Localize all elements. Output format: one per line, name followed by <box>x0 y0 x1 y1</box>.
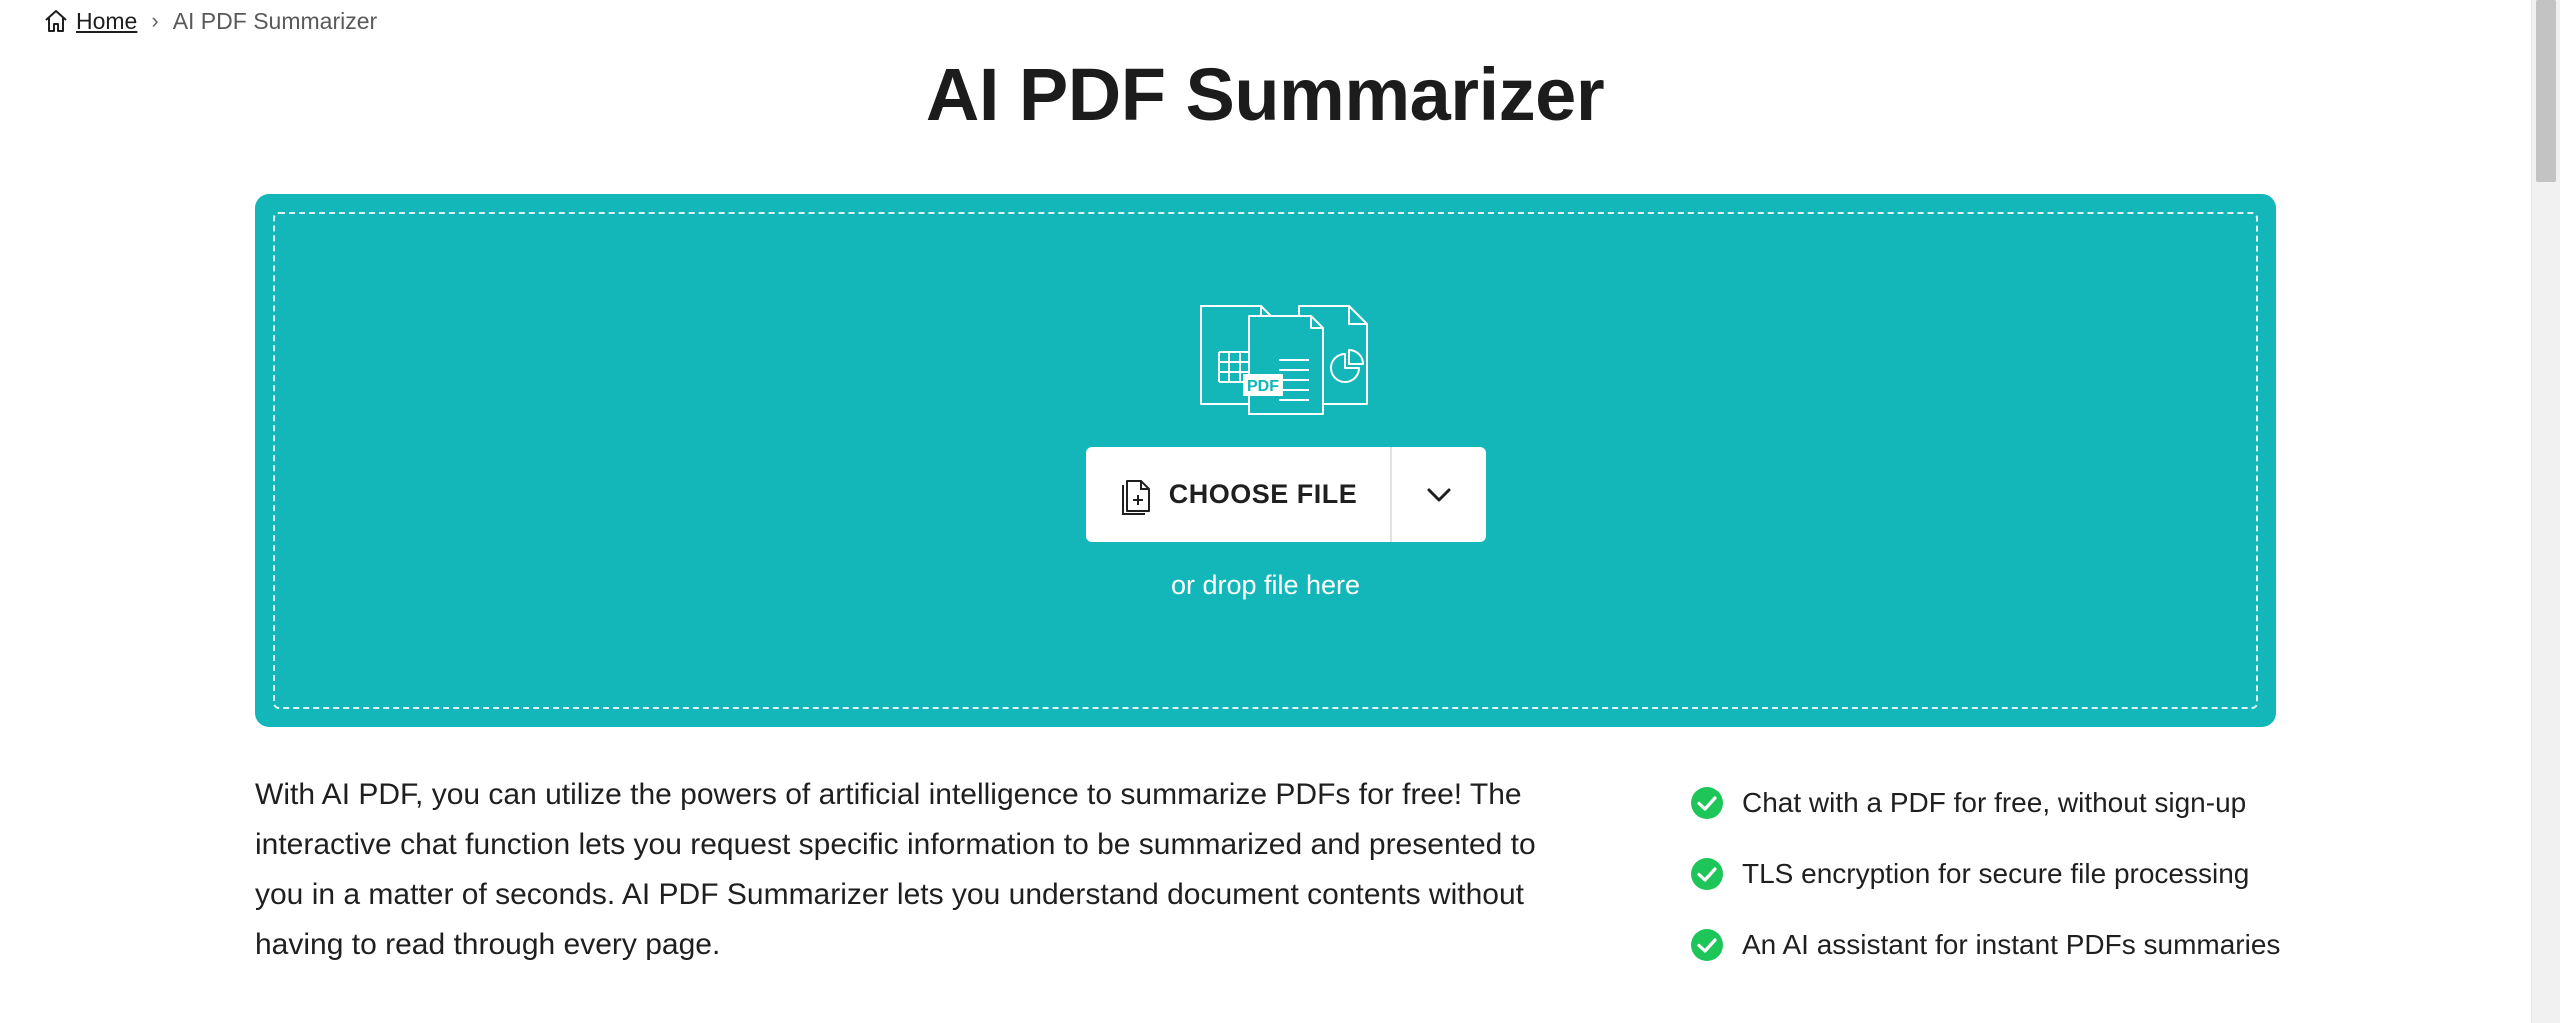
choose-file-label: CHOOSE FILE <box>1168 479 1358 509</box>
choose-file-button[interactable]: CHOOSE FILE <box>1086 447 1390 542</box>
feature-item: Chat with a PDF for free, without sign-u… <box>1690 768 2280 838</box>
feature-label: An AI assistant for instant PDFs summari… <box>1742 929 2281 960</box>
scrollbar-thumb[interactable] <box>2536 0 2556 182</box>
check-circle-icon <box>1691 858 1723 890</box>
feature-label: TLS encryption for secure file processin… <box>1742 858 2250 889</box>
files-illustration-icon: PDF <box>1200 305 1368 415</box>
pdf-badge: PDF <box>1247 378 1279 395</box>
feature-label: Chat with a PDF for free, without sign-u… <box>1742 787 2247 818</box>
feature-item: TLS encryption for secure file processin… <box>1690 839 2280 909</box>
drop-zone[interactable]: PDF CHOOSE FILE or drop file here <box>273 212 2258 709</box>
check-circle-icon <box>1691 929 1723 961</box>
choose-file-group: CHOOSE FILE <box>1086 447 1486 542</box>
breadcrumb-home-link[interactable]: Home <box>76 8 137 35</box>
feature-item: An AI assistant for instant PDFs summari… <box>1690 910 2280 980</box>
upload-options-dropdown-button[interactable] <box>1392 447 1486 542</box>
breadcrumb-separator: › <box>151 8 159 33</box>
page-scrollbar[interactable] <box>2531 0 2560 1023</box>
drop-hint: or drop file here <box>1170 570 1361 600</box>
breadcrumb-current: AI PDF Summarizer <box>172 7 378 34</box>
upload-panel[interactable]: PDF CHOOSE FILE or drop file here <box>255 194 2276 727</box>
file-add-icon <box>1121 479 1150 515</box>
breadcrumb: Home › AI PDF Summarizer <box>42 5 377 37</box>
page-title: AI PDF Summarizer <box>925 53 1605 136</box>
home-icon[interactable] <box>42 7 70 35</box>
feature-list: Chat with a PDF for free, without sign-u… <box>1690 768 2280 980</box>
check-circle-icon <box>1691 787 1723 819</box>
description-text: With AI PDF, you can utilize the powers … <box>255 778 1536 961</box>
chevron-down-icon <box>1427 488 1451 501</box>
